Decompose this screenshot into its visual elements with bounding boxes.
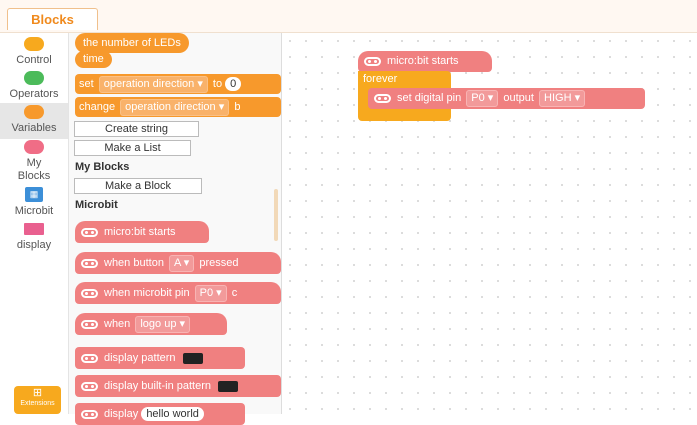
block-label: display — [104, 408, 139, 420]
text-input[interactable]: hello world — [141, 407, 204, 421]
block-label: when button — [104, 257, 164, 269]
led-pattern-icon[interactable] — [218, 380, 239, 392]
category-microbit[interactable]: ▦ Microbit — [0, 187, 68, 218]
category-label: Control — [16, 54, 52, 66]
forever-label: forever — [363, 73, 398, 85]
reporter-time[interactable]: time — [75, 51, 112, 68]
create-string-button[interactable]: Create string — [74, 121, 199, 137]
my-blocks-heading: My Blocks — [75, 161, 130, 173]
block-label: set digital pin — [397, 92, 462, 104]
reporter-number-of-leds[interactable]: the number of LEDs — [75, 33, 189, 53]
by-keyword: b — [234, 101, 241, 113]
microbit-icon — [364, 56, 381, 66]
set-variable-block[interactable]: set operation direction ▾ to 0 — [75, 74, 281, 94]
category-control[interactable]: Control — [0, 37, 68, 67]
variables-dot-icon — [24, 105, 44, 119]
reporter-label: the number of LEDs — [83, 37, 181, 49]
extensions-icon: ⊞ — [32, 387, 43, 399]
change-keyword: change — [79, 101, 116, 113]
dropdown-value: P0 — [471, 92, 485, 104]
when-logo-block[interactable]: when logo up ▾ — [75, 313, 227, 335]
block-label: display built-in pattern — [104, 380, 212, 392]
display-pattern-block[interactable]: display pattern — [75, 347, 245, 369]
to-keyword: to — [212, 78, 223, 90]
set-keyword: set — [79, 78, 94, 90]
set-digital-pin-block[interactable]: set digital pin P0 ▾ output HIGH ▾ — [368, 88, 645, 109]
microbit-starts-block[interactable]: micro:bit starts — [75, 221, 209, 243]
block-label: micro:bit starts — [104, 226, 176, 238]
category-label: My Blocks — [17, 157, 51, 182]
my-blocks-dot-icon — [24, 140, 44, 154]
category-variables[interactable]: Variables — [0, 103, 68, 139]
level-dropdown[interactable]: HIGH ▾ — [539, 90, 586, 107]
microbit-icon — [81, 288, 98, 298]
extensions-label: Extensions — [20, 400, 55, 407]
display-builtin-pattern-block[interactable]: display built-in pattern — [75, 375, 281, 397]
palette-scrollbar[interactable] — [274, 189, 278, 241]
dropdown-value: A — [174, 257, 181, 269]
category-sidebar: Control Operators Variables My Blocks ▦ … — [0, 33, 69, 414]
category-label: Microbit — [14, 205, 54, 217]
pin-dropdown[interactable]: P0 ▾ — [466, 90, 499, 107]
operators-dot-icon — [24, 71, 44, 85]
dropdown-value: operation direction — [103, 78, 195, 90]
block-label: display pattern — [104, 352, 176, 364]
make-block-button[interactable]: Make a Block — [74, 178, 202, 194]
canvas-microbit-starts-block[interactable]: micro:bit starts — [358, 51, 492, 72]
microbit-icon — [81, 227, 98, 237]
block-label: when microbit pin — [104, 287, 190, 299]
microbit-icon — [81, 319, 98, 329]
variable-dropdown[interactable]: operation direction ▾ — [98, 76, 208, 93]
extensions-button[interactable]: ⊞ Extensions — [14, 386, 61, 414]
category-label: display — [16, 239, 52, 251]
pin-dropdown[interactable]: P0 ▾ — [194, 285, 227, 302]
microbit-icon — [374, 93, 391, 103]
top-bar: Blocks — [0, 0, 697, 33]
microbit-icon — [81, 409, 98, 419]
microbit-icon — [81, 381, 98, 391]
button-dropdown[interactable]: A ▾ — [169, 255, 195, 272]
category-operators[interactable]: Operators — [0, 71, 68, 101]
when-button-block[interactable]: when button A ▾ pressed — [75, 252, 281, 274]
display-text-block[interactable]: display hello world — [75, 403, 245, 425]
microbit-icon — [81, 353, 98, 363]
display-icon — [24, 223, 44, 235]
pin-tail-label: c — [231, 287, 238, 299]
change-variable-block[interactable]: change operation direction ▾ b — [75, 97, 281, 117]
dropdown-value: P0 — [199, 287, 214, 299]
microbit-icon: ▦ — [25, 187, 43, 202]
block-label: micro:bit starts — [387, 55, 459, 67]
make-list-button[interactable]: Make a List — [74, 140, 191, 156]
microbit-icon — [81, 258, 98, 268]
category-label: Variables — [11, 122, 57, 134]
reporter-label: time — [83, 53, 104, 65]
pressed-label: pressed — [199, 257, 239, 269]
category-my-blocks[interactable]: My Blocks — [0, 140, 68, 183]
microbit-heading: Microbit — [75, 199, 118, 211]
dropdown-value: logo up — [140, 318, 177, 330]
output-label: output — [503, 92, 534, 104]
dropdown-value: HIGH — [544, 92, 572, 104]
category-label: Operators — [9, 88, 59, 100]
category-display[interactable]: display — [0, 221, 68, 252]
block-label: when — [104, 318, 131, 330]
logo-dropdown[interactable]: logo up ▾ — [135, 316, 191, 333]
dropdown-value: operation direction — [125, 101, 216, 113]
control-dot-icon — [24, 37, 44, 51]
when-pin-block[interactable]: when microbit pin P0 ▾ c — [75, 282, 281, 304]
value-input[interactable]: 0 — [225, 77, 242, 91]
tab-blocks[interactable]: Blocks — [7, 8, 98, 30]
variable-dropdown[interactable]: operation direction ▾ — [120, 99, 230, 116]
led-pattern-icon[interactable] — [182, 352, 203, 364]
